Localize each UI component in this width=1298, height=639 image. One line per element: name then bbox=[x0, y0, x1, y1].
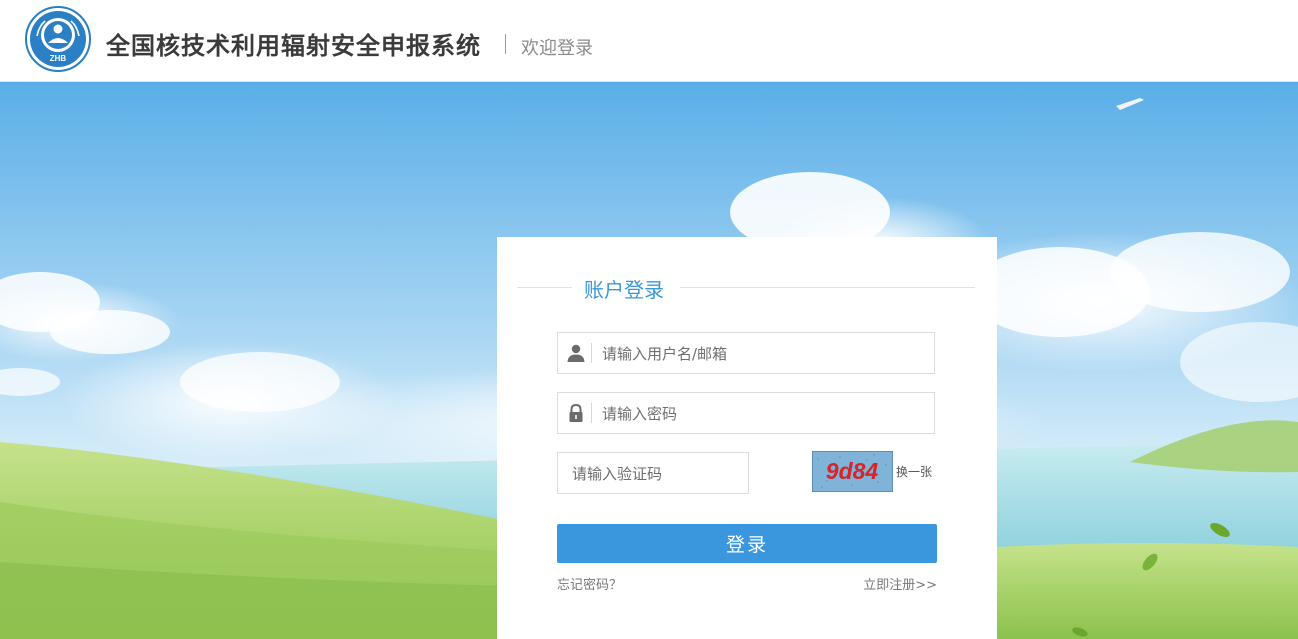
login-panel-title: 账户登录 bbox=[584, 278, 664, 302]
login-panel: 账户登录 9d84 换一张 登录 忘记密码？ bbox=[497, 237, 997, 639]
refresh-captcha-link[interactable]: 换一张 bbox=[896, 463, 932, 480]
password-input[interactable] bbox=[600, 394, 924, 434]
captcha-image[interactable]: 9d84 bbox=[812, 451, 893, 492]
captcha-input[interactable] bbox=[570, 454, 744, 494]
header: ZHB 全国核技术利用辐射安全申报系统 欢迎登录 bbox=[0, 0, 1298, 82]
title-divider-right bbox=[680, 287, 975, 288]
captcha-code: 9d84 bbox=[826, 458, 879, 484]
username-field[interactable] bbox=[557, 332, 935, 374]
zhb-logo: ZHB bbox=[25, 6, 91, 72]
system-title: 全国核技术利用辐射安全申报系统 bbox=[106, 32, 481, 60]
password-field[interactable] bbox=[557, 392, 935, 434]
register-link[interactable]: 立即注册>> bbox=[863, 574, 937, 593]
icon-divider bbox=[591, 403, 592, 423]
logo-text: ZHB bbox=[50, 54, 67, 63]
captcha-field[interactable] bbox=[557, 452, 749, 494]
forgot-password-link[interactable]: 忘记密码？ bbox=[557, 574, 622, 593]
header-separator bbox=[505, 34, 506, 54]
user-icon bbox=[567, 344, 585, 362]
login-button[interactable]: 登录 bbox=[557, 524, 937, 563]
lock-icon bbox=[569, 403, 583, 422]
welcome-text: 欢迎登录 bbox=[521, 38, 593, 59]
title-divider-left bbox=[517, 287, 572, 288]
icon-divider bbox=[591, 343, 592, 363]
username-input[interactable] bbox=[600, 334, 924, 374]
